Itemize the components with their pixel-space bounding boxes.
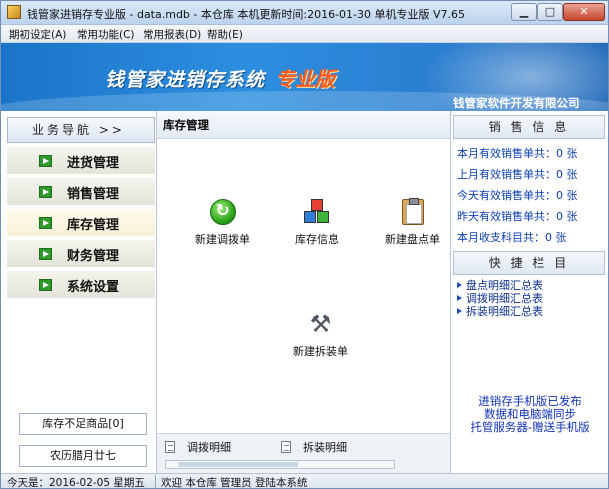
tab-assembly-detail-label: 拆装明细 — [303, 441, 347, 454]
quick-link-assembly-summary[interactable]: 拆装明细汇总表 — [457, 303, 543, 319]
nav-item-label: 库存管理 — [67, 218, 120, 233]
nav-item-label: 进货管理 — [67, 156, 120, 171]
arrow-right-icon — [39, 217, 52, 229]
banner-title: 钱管家进销存系统 — [105, 69, 266, 91]
new-assembly-button[interactable]: ⚒ 新建拆装单 — [293, 311, 348, 359]
nav-item-label: 系统设置 — [67, 280, 120, 295]
detail-tabs: 调拨明细 拆装明细 — [157, 433, 450, 473]
new-stocktake-label: 新建盘点单 — [385, 233, 440, 246]
quick-bar-header: 快 捷 栏 目 — [453, 251, 605, 275]
menu-help[interactable]: 帮助(E) — [207, 27, 243, 42]
banner-edition: 专业版 — [275, 67, 335, 91]
close-button[interactable]: ✕ — [563, 3, 605, 21]
status-divider — [155, 475, 156, 488]
menu-common-functions[interactable]: 常用功能(C) — [77, 27, 135, 42]
arrow-right-icon — [39, 248, 52, 260]
arrow-right-icon — [39, 155, 52, 167]
arrow-right-icon — [457, 282, 462, 288]
window-title: 钱管家进销存专业版 - data.mdb - 本仓库 本机更新时间:2016-0… — [27, 8, 466, 21]
title-bar: 钱管家进销存专业版 - data.mdb - 本仓库 本机更新时间:2016-0… — [1, 1, 608, 25]
nav-item-inventory[interactable]: 库存管理 — [7, 209, 155, 237]
app-window: 钱管家进销存专业版 - data.mdb - 本仓库 本机更新时间:2016-0… — [0, 0, 609, 489]
sales-this-month: 本月有效销售单共：0 张 — [457, 147, 578, 160]
arrow-right-icon — [457, 308, 462, 314]
horizontal-scrollbar[interactable] — [165, 460, 395, 469]
nav-item-sales[interactable]: 销售管理 — [7, 178, 155, 206]
main-panel: 库存管理 新建调拨单 库存信息 新建盘点单 ⚒ 新建拆装单 调拨明细 — [157, 111, 450, 473]
promo-line: 托管服务器-赠送手机版 — [470, 420, 590, 434]
promo-notice[interactable]: 进销存手机版已发布 数据和电脑端同步 托管服务器-赠送手机版 — [451, 395, 608, 434]
arrow-right-icon — [457, 295, 462, 301]
nav-item-label: 财务管理 — [67, 249, 120, 264]
blocks-icon — [304, 199, 330, 225]
page-title: 库存管理 — [157, 111, 450, 139]
sales-today: 今天有效销售单共：0 张 — [457, 189, 578, 202]
refresh-icon — [209, 199, 236, 225]
new-transfer-label: 新建调拨单 — [195, 233, 250, 246]
nav-item-purchase[interactable]: 进货管理 — [7, 147, 155, 175]
menu-initial-settings[interactable]: 期初设定(A) — [9, 27, 66, 42]
nav-header[interactable]: 业务导航 >> — [7, 117, 155, 143]
maximize-button[interactable]: □ — [537, 3, 563, 21]
new-assembly-label: 新建拆装单 — [293, 345, 348, 358]
arrow-right-icon — [39, 279, 52, 291]
lunar-date-display: 农历腊月廿七 — [19, 445, 147, 467]
document-icon — [165, 441, 175, 453]
sales-yesterday: 昨天有效销售单共：0 张 — [457, 210, 578, 223]
arrow-right-icon — [39, 186, 52, 198]
accounts-this-month: 本月收支科目共：0 张 — [457, 231, 567, 244]
inventory-info-button[interactable]: 库存信息 — [295, 199, 339, 247]
app-icon — [7, 5, 21, 19]
document-icon — [281, 441, 291, 453]
sales-info-header: 销 售 信 息 — [453, 115, 605, 139]
clipboard-icon — [401, 198, 424, 225]
nav-item-label: 销售管理 — [67, 187, 120, 202]
status-date: 今天是：2016-02-05 星期五 — [7, 477, 145, 489]
scrollbar-thumb[interactable] — [178, 462, 298, 467]
left-nav: 业务导航 >> 进货管理 销售管理 库存管理 财务管理 系统设置 库存不足商品[… — [1, 111, 157, 473]
nav-item-finance[interactable]: 财务管理 — [7, 240, 155, 268]
status-welcome: 欢迎 本仓库 管理员 登陆本系统 — [161, 477, 308, 489]
quick-link-label: 拆装明细汇总表 — [466, 305, 543, 318]
tab-assembly-detail[interactable]: 拆装明细 — [281, 439, 347, 455]
tab-transfer-detail-label: 调拨明细 — [187, 441, 231, 454]
tools-icon: ⚒ — [309, 310, 332, 338]
new-transfer-button[interactable]: 新建调拨单 — [195, 199, 250, 247]
right-panel: 销 售 信 息 本月有效销售单共：0 张 上月有效销售单共：0 张 今天有效销售… — [450, 111, 608, 473]
minimize-button[interactable]: ▁ — [511, 3, 537, 21]
inventory-info-label: 库存信息 — [295, 233, 339, 246]
nav-item-settings[interactable]: 系统设置 — [7, 271, 155, 299]
banner-company: 钱管家软件开发有限公司 — [453, 96, 580, 110]
stock-shortage-button[interactable]: 库存不足商品[0] — [19, 413, 147, 435]
menu-common-reports[interactable]: 常用报表(D) — [143, 27, 201, 42]
new-stocktake-button[interactable]: 新建盘点单 — [385, 198, 440, 247]
menu-bar: 期初设定(A) 常用功能(C) 常用报表(D) 帮助(E) — [1, 25, 608, 43]
tab-transfer-detail[interactable]: 调拨明细 — [165, 439, 231, 455]
sales-last-month: 上月有效销售单共：0 张 — [457, 168, 578, 181]
app-banner: 钱管家进销存系统 专业版 钱管家软件开发有限公司 — [1, 43, 608, 111]
status-bar: 今天是：2016-02-05 星期五 欢迎 本仓库 管理员 登陆本系统 — [1, 473, 608, 489]
